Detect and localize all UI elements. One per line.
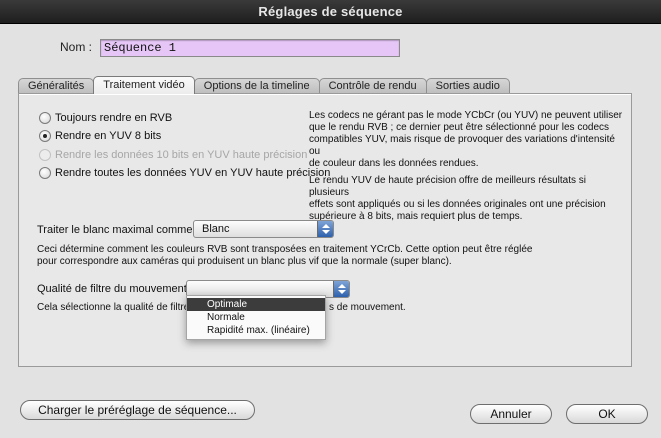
radio-all-yuv-high-precision[interactable]: Rendre toutes les données YUV en YUV hau… [39, 167, 330, 179]
name-label: Nom : [60, 40, 93, 54]
white-level-popup[interactable]: Blanc [193, 220, 334, 238]
tab-video-processing[interactable]: Traitement vidéo [93, 76, 195, 94]
codec-info-text: Les codecs ne gérant pas le mode YCbCr (… [309, 110, 625, 223]
radio-label: Rendre toutes les données YUV en YUV hau… [55, 167, 331, 179]
load-preset-button[interactable]: Charger le préréglage de séquence... [20, 400, 255, 420]
motion-filter-menu: Optimale Normale Rapidité max. (linéaire… [186, 295, 326, 340]
sequence-name-input[interactable]: Séquence 1 [100, 39, 400, 57]
tab-render-control[interactable]: Contrôle de rendu [318, 78, 427, 94]
tab-audio-outputs[interactable]: Sorties audio [425, 78, 510, 94]
radio-label: Rendre les données 10 bits en YUV haute … [55, 149, 308, 161]
white-desc-line1: Ceci détermine comment les couleurs RVB … [37, 244, 533, 255]
radio-label: Toujours rendre en RVB [55, 112, 173, 124]
motion-desc-right: s de mouvement. [329, 302, 406, 313]
radio-10bit-high-precision: Rendre les données 10 bits en YUV haute … [39, 149, 307, 161]
tab-general[interactable]: Généralités [18, 78, 95, 94]
window-title: Réglages de séquence [258, 4, 403, 19]
popup-arrows-icon [333, 281, 349, 297]
info-line: compatibles YUV, mais risque de provoque… [309, 134, 615, 157]
menu-item-normale[interactable]: Normale [187, 311, 325, 324]
radio-label: Rendre en YUV 8 bits [55, 130, 162, 142]
menu-item-optimale[interactable]: Optimale [187, 298, 325, 311]
video-processing-panel: Toujours rendre en RVB Rendre en YUV 8 b… [18, 93, 632, 367]
info-line: supérieure à 8 bits, mais requiert plus … [309, 211, 523, 222]
title-bar: Réglages de séquence [0, 0, 661, 24]
info-line: Les codecs ne gérant pas le mode YCbCr (… [309, 110, 623, 121]
info-line: de couleur dans les données rendues. [309, 158, 479, 169]
white-label: Traiter le blanc maximal comme : [37, 224, 199, 236]
dialog-body: Nom : Séquence 1 Généralités Traitement … [0, 24, 661, 438]
white-desc-line2: pour correspondre aux caméras qui produi… [37, 256, 452, 267]
motion-desc-left: Cela sélectionne la qualité de filtre [37, 302, 190, 313]
tab-bar: Généralités Traitement vidéo Options de … [18, 76, 510, 94]
white-level-value: Blanc [202, 223, 230, 235]
menu-item-fastest[interactable]: Rapidité max. (linéaire) [187, 324, 325, 337]
popup-arrows-icon [317, 221, 333, 237]
radio-button-icon[interactable] [39, 112, 51, 124]
radio-button-selected-icon[interactable] [39, 130, 51, 142]
info-line: effets sont appliqués ou si les données … [309, 199, 606, 210]
info-line: que le rendu RVB ; ce dernier peut être … [309, 122, 609, 133]
tab-timeline-options[interactable]: Options de la timeline [193, 78, 320, 94]
ok-button[interactable]: OK [566, 404, 648, 424]
cancel-button[interactable]: Annuler [470, 404, 552, 424]
radio-yuv-8bit[interactable]: Rendre en YUV 8 bits [39, 130, 161, 142]
radio-button-icon[interactable] [39, 167, 51, 179]
radio-button-disabled-icon [39, 149, 51, 161]
motion-filter-label: Qualité de filtre du mouvement : [37, 283, 193, 295]
info-line: Le rendu YUV de haute précision offre de… [309, 175, 587, 198]
radio-always-rgb[interactable]: Toujours rendre en RVB [39, 112, 172, 124]
